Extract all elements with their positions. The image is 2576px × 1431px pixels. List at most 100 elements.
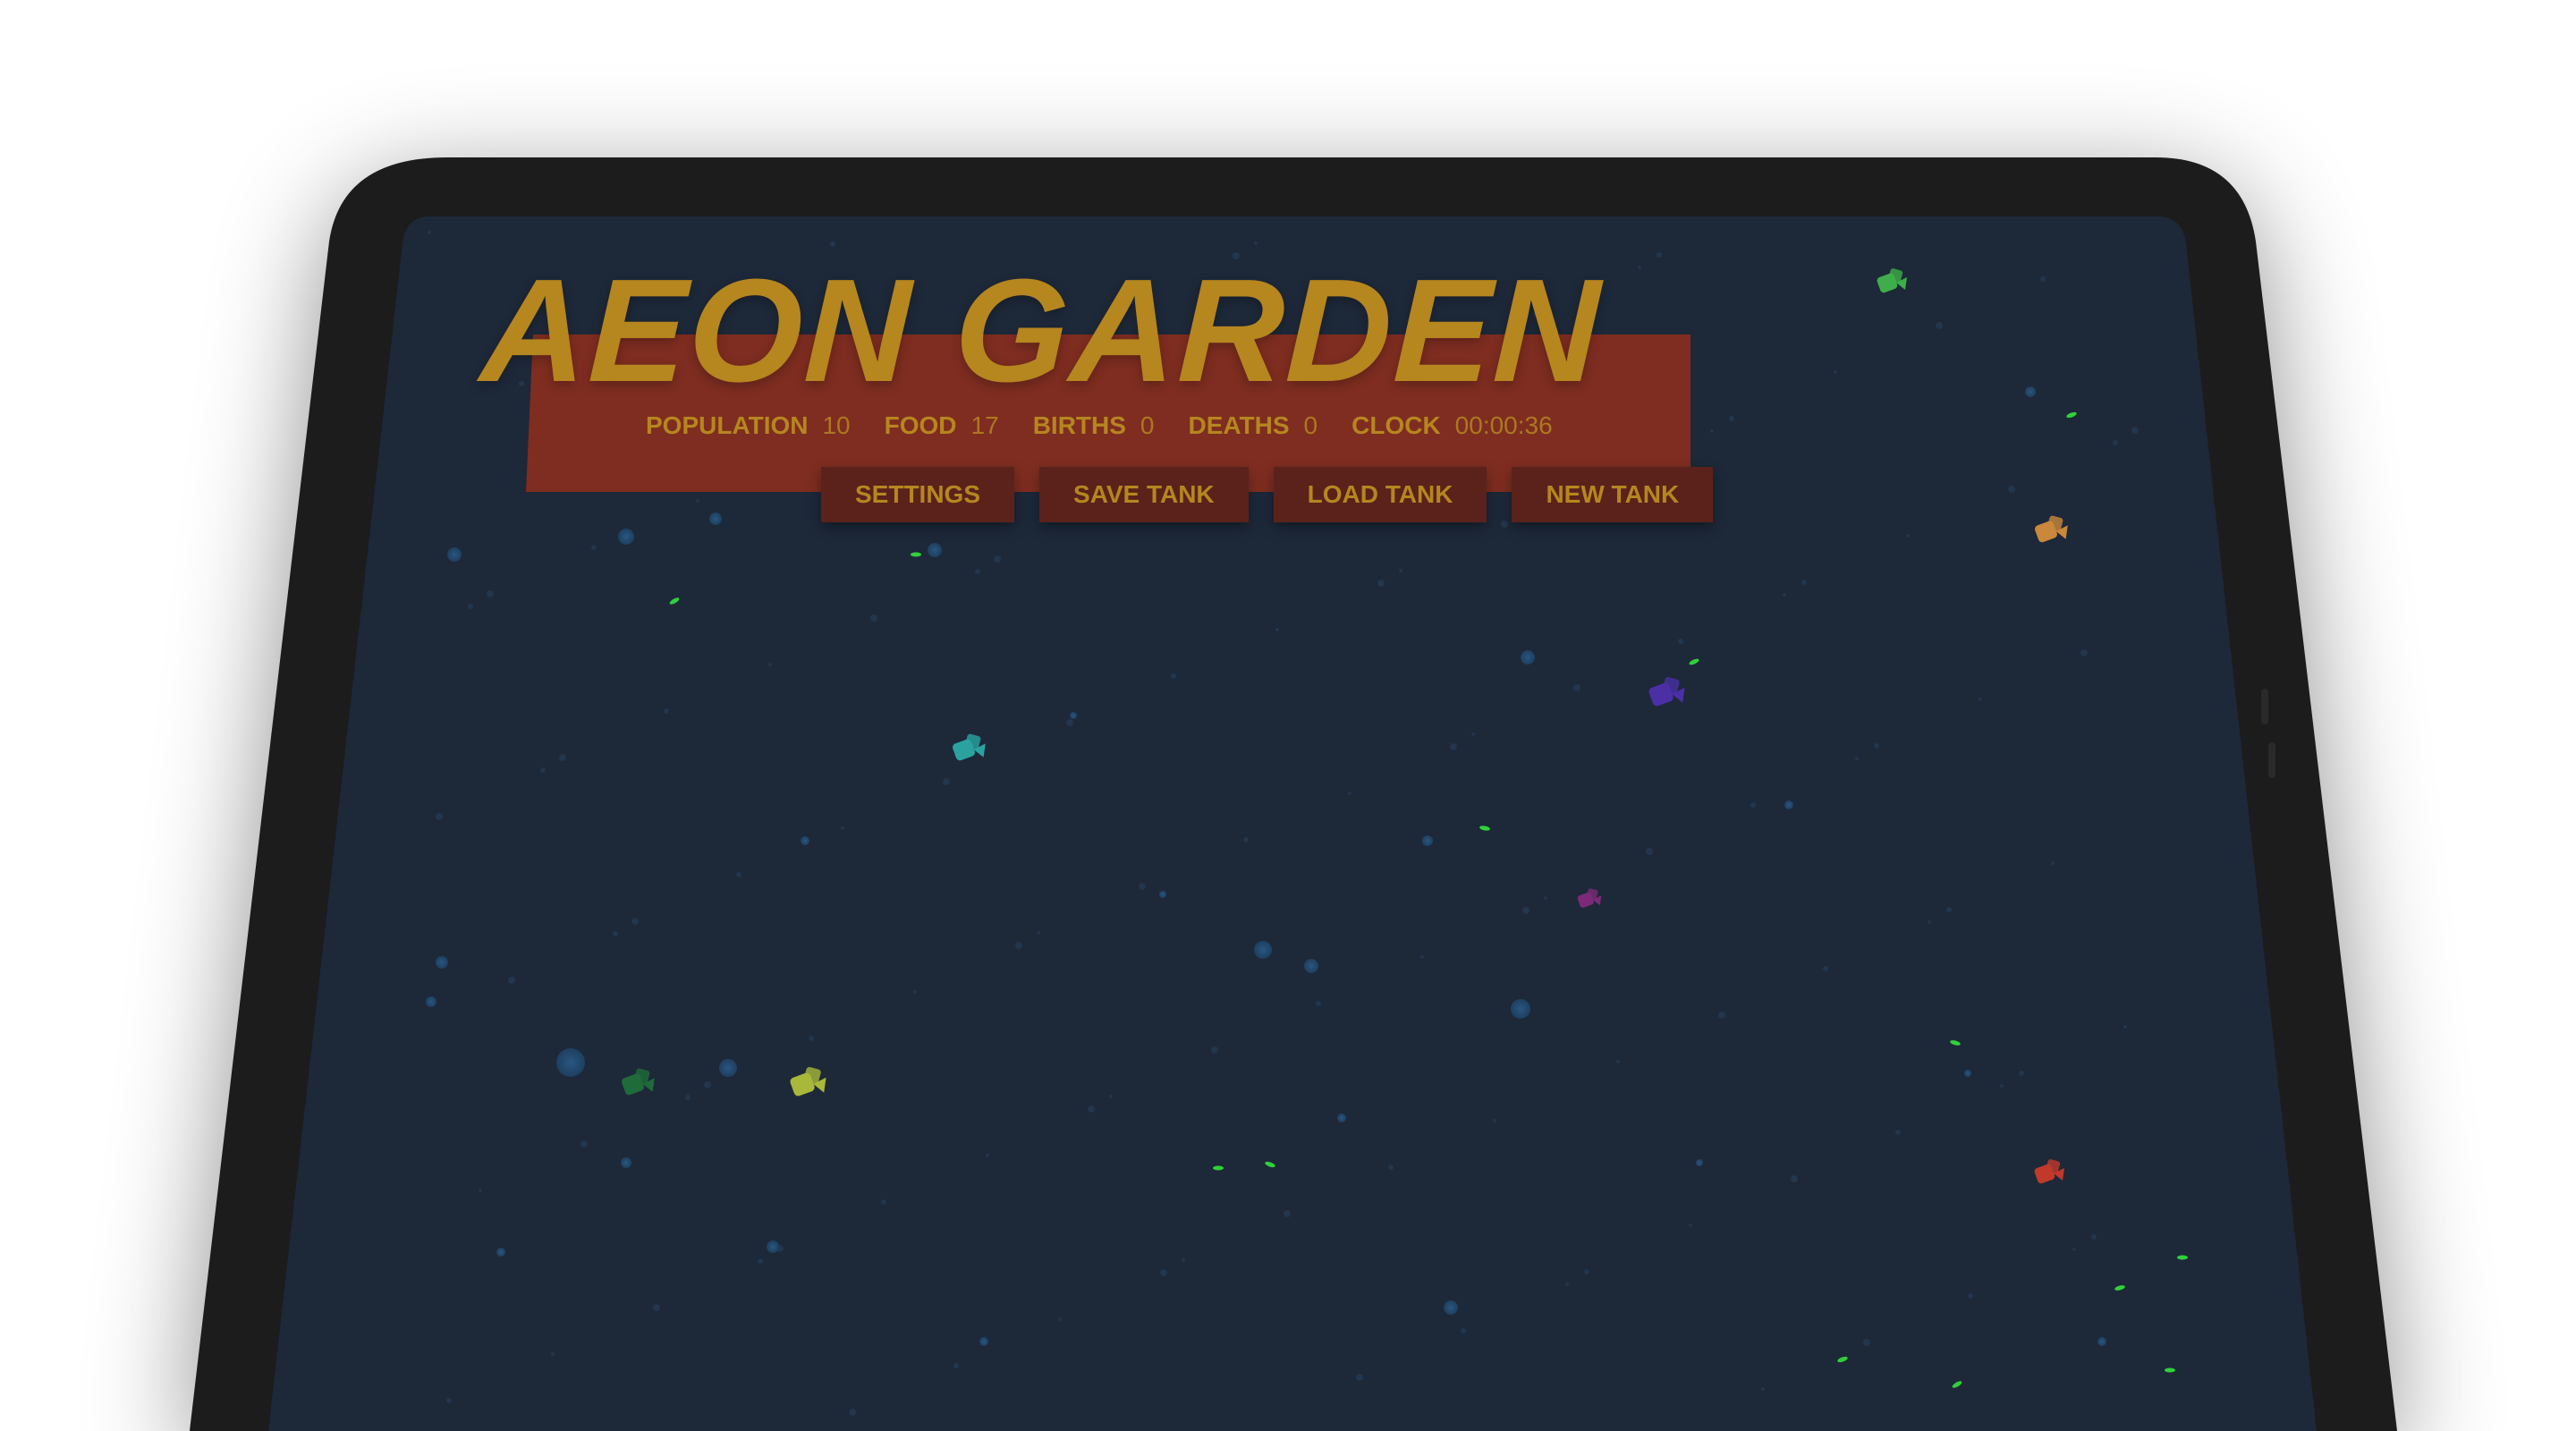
bubble — [2025, 386, 2036, 397]
dust-particle — [870, 614, 877, 622]
new-tank-button[interactable]: NEW TANK — [1512, 467, 1714, 522]
dust-particle — [1182, 1258, 1185, 1262]
bubble — [426, 996, 436, 1007]
dust-particle — [540, 767, 546, 773]
dust-particle — [1791, 1175, 1798, 1182]
aquarium-tank-screen[interactable] — [268, 216, 2317, 1431]
dust-particle — [2113, 440, 2118, 445]
dust-particle — [1388, 1164, 1394, 1170]
bubble — [1444, 1300, 1458, 1315]
bubble — [1337, 1113, 1346, 1122]
dust-particle — [986, 1154, 989, 1157]
bubble — [2097, 1337, 2106, 1346]
dust-particle — [1946, 907, 1952, 912]
bubble — [1696, 1159, 1703, 1166]
dust-particle — [631, 918, 639, 925]
food-pellet — [911, 552, 921, 557]
dust-particle — [1729, 416, 1734, 421]
food-pellet — [1213, 1165, 1224, 1171]
bubble — [447, 547, 462, 562]
dust-particle — [1616, 1060, 1620, 1063]
dust-particle — [664, 708, 669, 714]
dust-particle — [653, 1304, 660, 1311]
dust-particle — [2123, 1025, 2127, 1029]
dust-particle — [2080, 649, 2088, 656]
dust-particle — [623, 335, 627, 339]
dust-particle — [913, 990, 917, 994]
dust-particle — [1088, 1105, 1095, 1113]
dust-particle — [849, 1409, 856, 1416]
dust-particle — [1131, 301, 1134, 304]
dust-particle — [436, 813, 443, 820]
dust-particle — [591, 545, 597, 550]
dust-particle — [776, 1245, 784, 1252]
dust-particle — [1823, 966, 1828, 971]
dust-particle — [1493, 1119, 1496, 1122]
bubble — [618, 529, 634, 545]
dust-particle — [1895, 1130, 1901, 1135]
bubble — [928, 543, 942, 557]
dust-particle — [2072, 1248, 2076, 1251]
dust-particle — [994, 555, 1001, 563]
dust-particle — [953, 1363, 959, 1368]
save-tank-button[interactable]: SAVE TANK — [1039, 467, 1249, 522]
dust-particle — [1284, 1210, 1291, 1217]
dust-particle — [1233, 252, 1240, 259]
dust-particle — [704, 1081, 711, 1088]
dust-particle — [487, 590, 494, 597]
dust-particle — [1326, 405, 1330, 409]
tablet-device — [190, 157, 2397, 1431]
dust-particle — [1544, 896, 1547, 900]
dust-particle — [1348, 792, 1352, 795]
food-pellet — [2165, 1367, 2175, 1373]
dust-particle — [2040, 276, 2046, 282]
bubble — [1070, 712, 1077, 719]
bubble — [1521, 650, 1535, 665]
dust-particle — [1450, 743, 1457, 750]
dust-particle — [1928, 920, 1931, 924]
dust-particle — [1718, 1012, 1725, 1019]
dust-particle — [830, 241, 835, 247]
dust-particle — [1584, 1269, 1589, 1274]
dust-particle — [1015, 942, 1022, 949]
dust-particle — [1377, 580, 1385, 587]
dust-particle — [1750, 802, 1756, 808]
bubble — [1254, 941, 1272, 959]
dust-particle — [1316, 1001, 1321, 1006]
dust-particle — [1710, 429, 1714, 433]
dust-particle — [2008, 486, 2015, 493]
dust-particle — [479, 1189, 482, 1192]
bubble — [1159, 891, 1166, 898]
dust-particle — [1428, 357, 1436, 364]
dust-particle — [1863, 1339, 1870, 1346]
dust-particle — [519, 381, 524, 386]
dust-particle — [1801, 580, 1807, 585]
dust-particle — [1160, 1269, 1167, 1276]
dust-particle — [1243, 837, 1249, 843]
dust-particle — [685, 1095, 691, 1100]
dust-particle — [921, 392, 928, 399]
bubble — [1304, 959, 1318, 973]
bubble — [709, 512, 722, 525]
dust-particle — [1037, 931, 1040, 935]
dust-particle — [580, 1140, 588, 1147]
dust-particle — [1305, 416, 1312, 423]
dust-particle — [1968, 1293, 1973, 1299]
dust-particle — [1638, 266, 1641, 269]
dust-particle — [1573, 684, 1580, 691]
dust-particle — [2000, 1084, 2004, 1088]
settings-button[interactable]: SETTINGS — [821, 467, 1015, 522]
dust-particle — [1834, 370, 1837, 374]
dust-particle — [798, 451, 805, 458]
load-tank-button[interactable]: LOAD TANK — [1273, 467, 1487, 522]
dust-particle — [1275, 628, 1279, 631]
food-pellet — [2177, 1255, 2188, 1260]
dust-particle — [758, 1258, 763, 1264]
dust-particle — [696, 499, 699, 503]
dust-particle — [736, 872, 741, 877]
dust-particle — [1783, 593, 1786, 597]
bubble — [979, 1337, 988, 1346]
dust-particle — [1761, 1387, 1765, 1391]
dust-particle — [809, 1036, 814, 1041]
dust-particle — [975, 569, 980, 574]
